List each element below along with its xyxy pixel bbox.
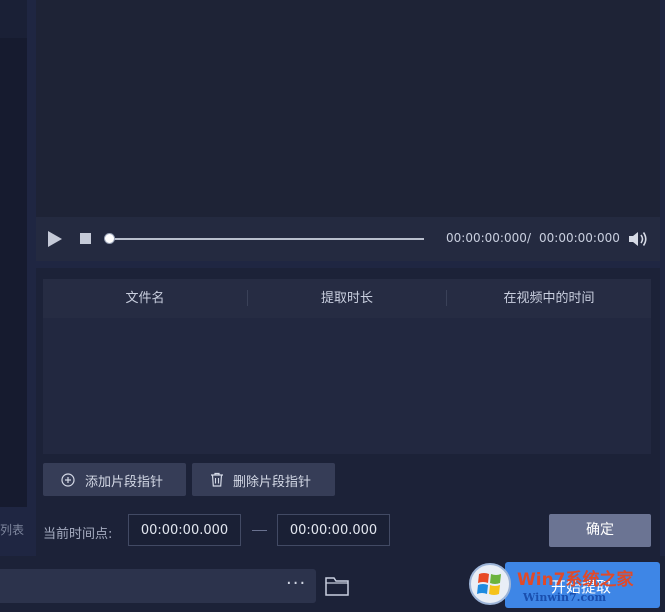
trash-icon bbox=[211, 472, 223, 487]
watermark-url: Winwin7.com bbox=[523, 591, 607, 604]
time-separator: / bbox=[527, 231, 532, 245]
start-time-input[interactable]: 00:00:00.000 bbox=[128, 514, 241, 546]
progress-slider[interactable] bbox=[108, 238, 424, 240]
watermark-brand: Win7系统之家 bbox=[517, 570, 634, 590]
output-path-field[interactable] bbox=[0, 569, 316, 603]
segment-table-body bbox=[43, 318, 651, 454]
add-segment-pointer-label: 添加片段指针 bbox=[85, 475, 164, 490]
folder-icon[interactable] bbox=[324, 575, 350, 597]
column-header-time-in-video: 在视频中的时间 bbox=[503, 291, 595, 306]
current-time-label: 当前时间点: bbox=[43, 527, 113, 542]
play-icon[interactable] bbox=[48, 231, 62, 247]
end-time-input[interactable]: 00:00:00.000 bbox=[277, 514, 390, 546]
file-list-header bbox=[0, 0, 27, 38]
delete-segment-pointer-button[interactable]: 删除片段指针 bbox=[192, 463, 335, 496]
total-time-readout: 00:00:00:000 bbox=[539, 231, 620, 245]
column-header-filename: 文件名 bbox=[125, 291, 165, 306]
stop-icon[interactable] bbox=[80, 233, 91, 244]
file-list-label: 列表 bbox=[0, 523, 25, 537]
windows-logo-watermark bbox=[468, 562, 512, 606]
volume-icon[interactable] bbox=[627, 229, 649, 249]
column-header-duration: 提取时长 bbox=[320, 291, 373, 306]
add-segment-pointer-button[interactable]: 添加片段指针 bbox=[43, 463, 186, 496]
video-preview bbox=[36, 0, 660, 217]
current-time-readout: 00:00:00:000 bbox=[446, 231, 527, 245]
file-list-panel bbox=[0, 0, 27, 507]
range-separator bbox=[252, 530, 267, 531]
confirm-button[interactable]: 确定 bbox=[549, 514, 651, 547]
browse-more-button[interactable]: ··· bbox=[286, 573, 306, 594]
delete-segment-pointer-label: 删除片段指针 bbox=[233, 475, 312, 490]
progress-handle[interactable] bbox=[104, 233, 115, 244]
add-circle-icon bbox=[61, 473, 75, 487]
segment-table-header: 文件名 提取时长 在视频中的时间 bbox=[43, 279, 651, 318]
